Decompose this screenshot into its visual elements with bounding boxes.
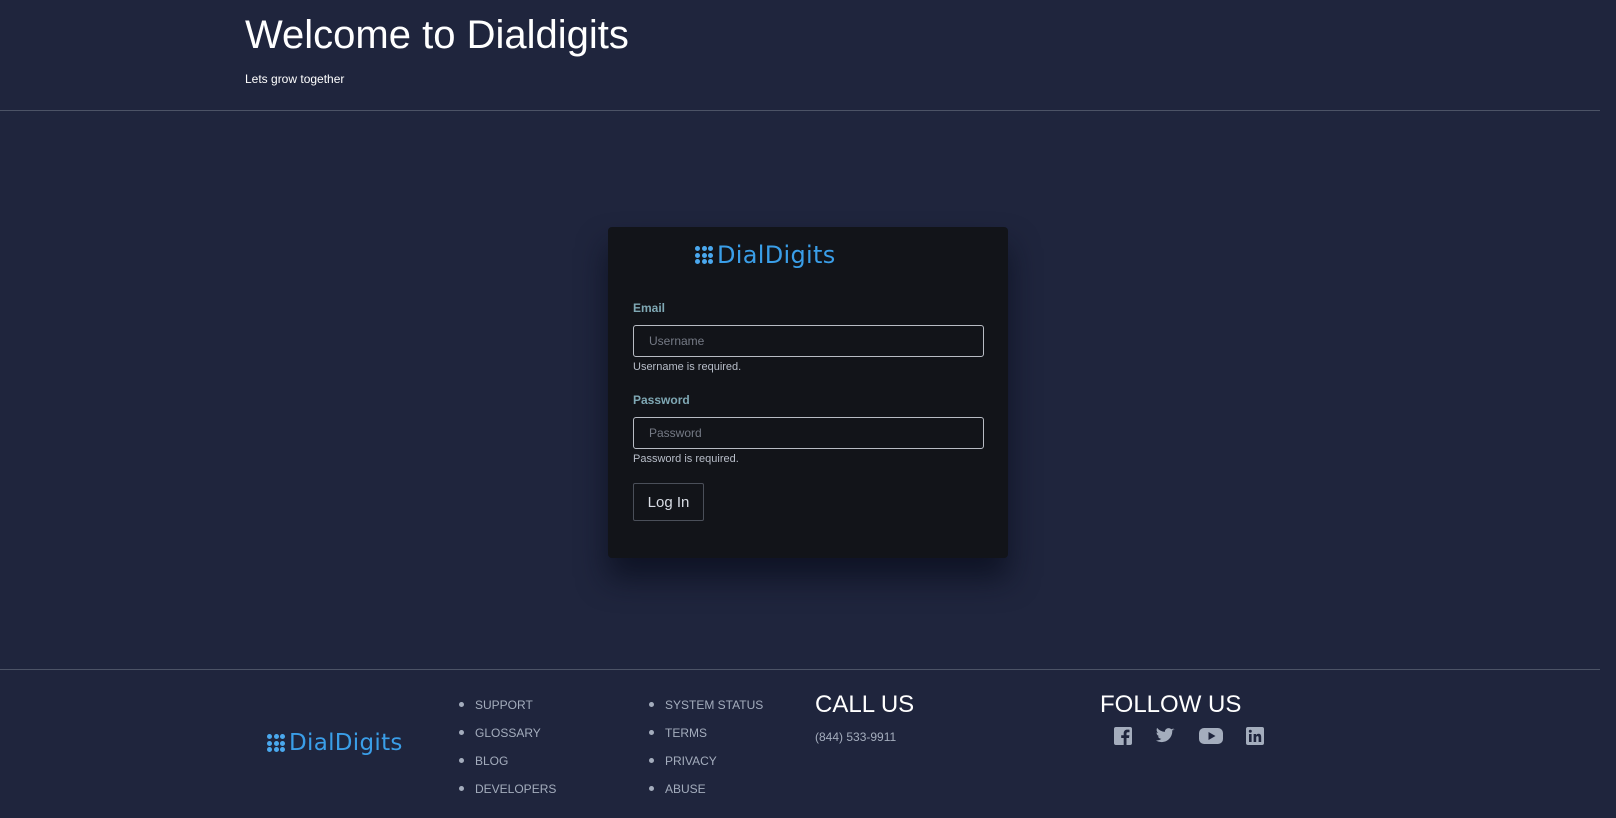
footer-links-col2: SYSTEM STATUS TERMS PRIVACY ABUSE (649, 698, 763, 810)
email-error: Username is required. (633, 361, 742, 373)
logo-text: DialDigits (717, 241, 836, 269)
footer: DialDigits SUPPORT GLOSSARY BLOG DEVELOP… (0, 669, 1600, 818)
login-card: DialDigits Email Username is required. P… (608, 227, 1008, 558)
twitter-icon[interactable] (1155, 726, 1175, 746)
footer-link-terms[interactable]: TERMS (649, 726, 763, 754)
password-label: Password (633, 393, 690, 407)
password-error: Password is required. (633, 453, 739, 465)
footer-link-blog[interactable]: BLOG (459, 754, 556, 782)
footer-link-abuse[interactable]: ABUSE (649, 782, 763, 810)
password-field[interactable] (633, 417, 984, 449)
footer-link-system-status[interactable]: SYSTEM STATUS (649, 698, 763, 726)
footer-link-privacy[interactable]: PRIVACY (649, 754, 763, 782)
login-button[interactable]: Log In (633, 483, 704, 521)
follow-us-heading: FOLLOW US (1100, 691, 1242, 718)
footer-link-developers[interactable]: DEVELOPERS (459, 782, 556, 810)
logo-dots-icon (695, 246, 713, 264)
youtube-icon[interactable] (1199, 726, 1223, 746)
phone-number[interactable]: (844) 533-9911 (815, 730, 896, 744)
email-label: Email (633, 301, 666, 315)
footer-link-glossary[interactable]: GLOSSARY (459, 726, 556, 754)
call-us-heading: CALL US (815, 691, 915, 718)
page-header: Welcome to Dialdigits Lets grow together (0, 0, 1600, 111)
dialdigits-logo: DialDigits (695, 241, 836, 269)
footer-links-col1: SUPPORT GLOSSARY BLOG DEVELOPERS (459, 698, 556, 810)
page-subtitle: Lets grow together (245, 72, 345, 86)
logo-dots-icon (267, 734, 285, 752)
facebook-icon[interactable] (1113, 726, 1133, 746)
email-field[interactable] (633, 325, 984, 357)
linkedin-icon[interactable] (1245, 726, 1265, 746)
footer-logo[interactable]: DialDigits (267, 730, 403, 756)
footer-link-support[interactable]: SUPPORT (459, 698, 556, 726)
page-title: Welcome to Dialdigits (245, 13, 629, 57)
footer-logo-text: DialDigits (289, 730, 403, 756)
